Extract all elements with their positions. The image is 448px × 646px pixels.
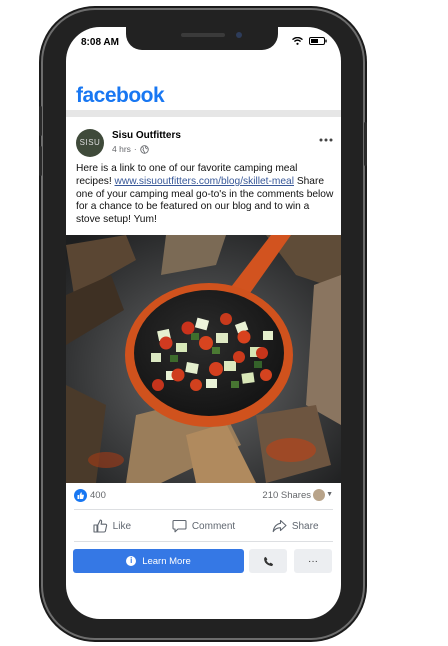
thumbs-up-icon [77, 492, 84, 499]
likes-count[interactable]: 400 [90, 490, 106, 501]
comment-button[interactable]: Comment [158, 513, 250, 539]
page-name[interactable]: Sisu Outfitters [112, 130, 181, 141]
learn-more-label: Learn More [142, 555, 191, 567]
status-time: 8:08 AM [81, 37, 119, 48]
battery-icon [309, 37, 327, 45]
like-label: Like [112, 520, 132, 532]
action-bar: Like Comment Share [66, 513, 341, 539]
divider [74, 541, 333, 542]
post-time[interactable]: 4 hrs [112, 144, 131, 154]
info-icon: i [126, 556, 137, 566]
meta-separator: · [133, 144, 137, 154]
shares-count[interactable]: 210 Shares [262, 490, 311, 501]
more-options-button[interactable]: ··· [294, 549, 332, 573]
phone-icon [263, 556, 273, 566]
volume-down-button [39, 146, 42, 176]
reactions-row: 400 210 Shares ▼ [74, 489, 333, 503]
share-label: Share [291, 520, 319, 532]
phone-screen: 8:08 AM facebook SISU Sisu Outfitters 4 … [66, 27, 341, 619]
like-reaction-icon[interactable] [74, 489, 87, 502]
call-button[interactable] [249, 549, 287, 573]
post-meta: 4 hrs · [112, 144, 149, 154]
globe-icon [140, 144, 149, 154]
like-button[interactable]: Like [66, 513, 158, 539]
learn-more-button[interactable]: i Learn More [73, 549, 244, 573]
facebook-logo[interactable]: facebook [76, 84, 165, 108]
comment-icon [172, 519, 187, 533]
divider [74, 509, 333, 510]
post-image[interactable] [66, 235, 341, 483]
skillet-photo [66, 235, 341, 483]
share-avatar[interactable] [313, 489, 325, 501]
volume-up-button [39, 106, 42, 136]
post-options-button[interactable] [319, 129, 333, 145]
more-horizontal-icon [319, 138, 333, 142]
more-horizontal-icon: ··· [308, 555, 318, 567]
page-avatar[interactable]: SISU [76, 129, 104, 157]
caret-down-icon[interactable]: ▼ [326, 491, 333, 498]
comment-label: Comment [191, 520, 236, 532]
wifi-icon [292, 37, 303, 45]
share-icon [272, 519, 287, 533]
status-bar: 8:08 AM [81, 37, 327, 51]
post-text: Here is a link to one of our favorite ca… [76, 163, 334, 227]
power-button [364, 122, 367, 166]
share-button[interactable]: Share [249, 513, 341, 539]
post-link[interactable]: www.sisuoutfitters.com/blog/skillet-meal [115, 176, 294, 187]
thumbs-up-icon [93, 519, 107, 533]
header-divider [66, 110, 341, 117]
